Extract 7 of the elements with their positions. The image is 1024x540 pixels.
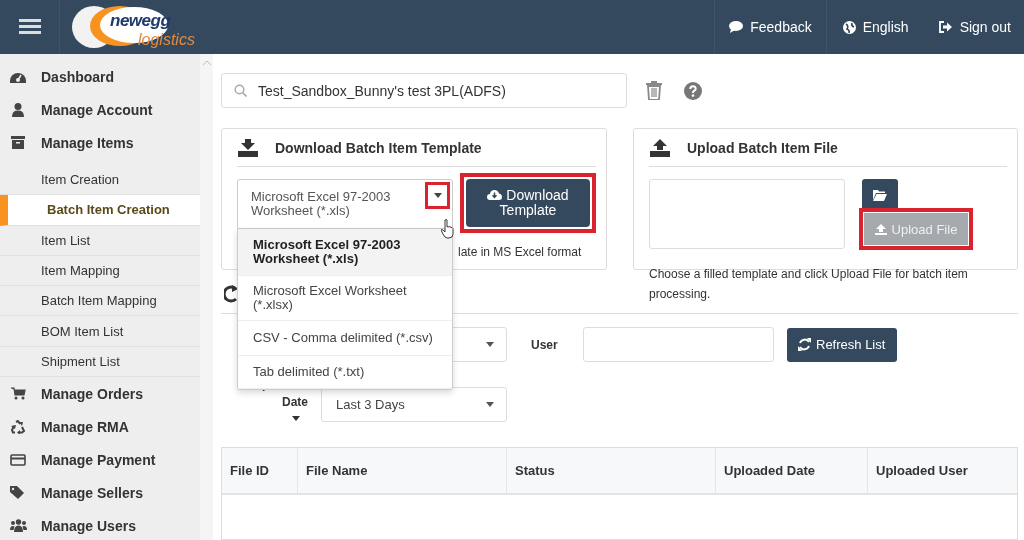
field-label: User xyxy=(531,337,558,352)
logo-text: logistics xyxy=(138,31,195,49)
card-title: Upload Batch Item File xyxy=(687,140,838,156)
help-text: Choose a filled template and click Upload File for batch item processing. xyxy=(649,266,969,303)
card-title: Download Batch Item Template xyxy=(275,140,482,156)
help-text: late in MS Excel format xyxy=(458,245,583,259)
upload-button: Upload File xyxy=(864,213,968,245)
